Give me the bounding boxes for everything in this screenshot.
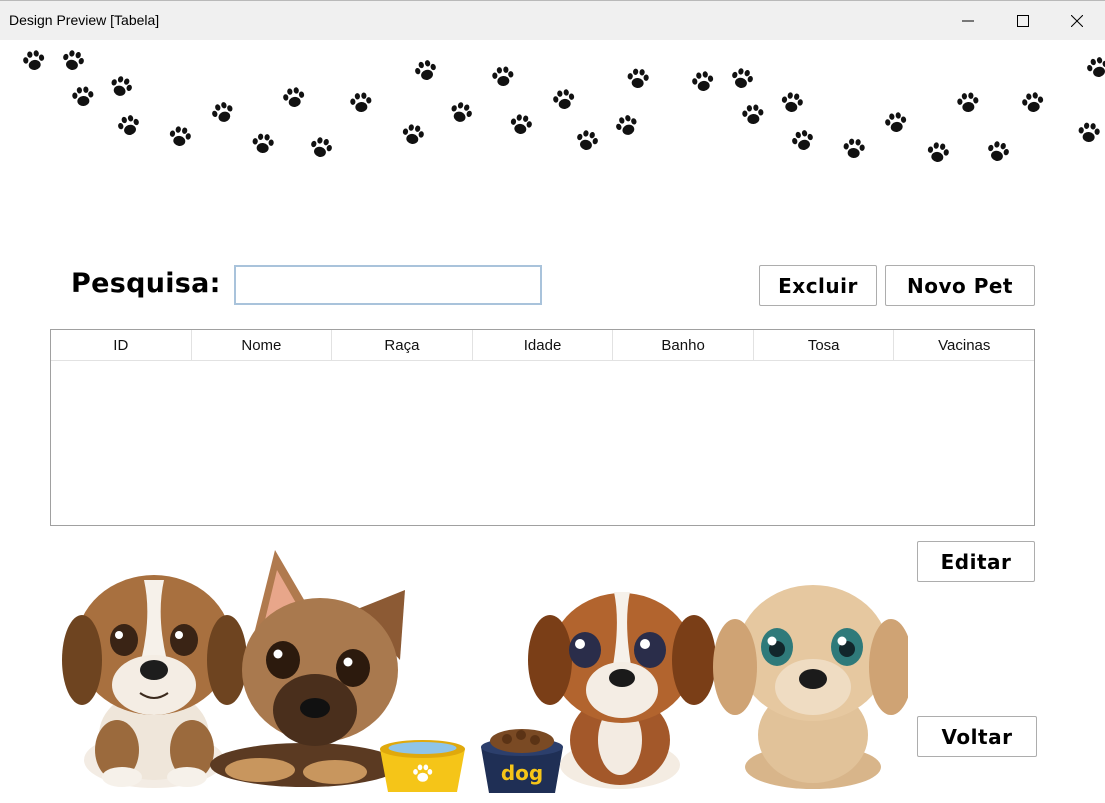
paw-print-icon xyxy=(574,128,600,153)
puppy-illustration-3 xyxy=(528,592,716,789)
back-button[interactable]: Voltar xyxy=(917,716,1037,757)
paw-print-icon xyxy=(308,135,334,160)
paw-print-icon xyxy=(626,67,650,89)
paw-print-icon xyxy=(413,58,439,83)
search-label: Pesquisa: xyxy=(71,268,221,299)
paw-print-icon xyxy=(779,91,805,114)
table-header: ID Nome Raça Idade Banho Tosa Vacinas xyxy=(51,330,1034,361)
column-header-raca[interactable]: Raça xyxy=(332,330,473,360)
search-input[interactable] xyxy=(234,265,542,305)
new-pet-button[interactable]: Novo Pet xyxy=(885,265,1035,306)
paw-print-icon xyxy=(71,85,95,107)
water-bowl-illustration xyxy=(380,740,465,792)
paw-print-icon xyxy=(281,86,307,109)
paw-print-icon xyxy=(925,141,951,164)
column-header-tosa[interactable]: Tosa xyxy=(754,330,895,360)
paw-print-icon xyxy=(209,99,237,126)
paw-print-icon xyxy=(491,65,515,87)
minimize-button[interactable] xyxy=(941,1,995,41)
column-header-vacinas[interactable]: Vacinas xyxy=(894,330,1034,360)
paw-print-icon xyxy=(613,112,641,139)
window-titlebar: Design Preview [Tabela] xyxy=(0,0,1105,40)
paw-print-icon xyxy=(842,137,866,159)
close-icon xyxy=(1071,15,1083,27)
maximize-icon xyxy=(1017,15,1029,27)
paw-print-icon xyxy=(741,103,765,125)
paw-print-icon xyxy=(883,111,909,134)
paw-print-icon xyxy=(551,88,577,111)
paw-print-icon xyxy=(956,91,980,113)
paw-print-icon xyxy=(690,70,716,93)
paw-print-icon xyxy=(729,66,755,91)
paw-print-icon xyxy=(1077,121,1101,143)
maximize-button[interactable] xyxy=(996,1,1050,41)
window-title: Design Preview [Tabela] xyxy=(9,12,160,28)
paw-print-icon xyxy=(1085,55,1105,80)
paw-print-icon xyxy=(21,49,47,72)
paw-print-icon xyxy=(251,132,275,154)
paw-print-icon xyxy=(60,48,86,73)
paw-print-icon xyxy=(508,113,534,136)
paw-print-icon xyxy=(985,139,1011,164)
paw-print-icon xyxy=(447,99,475,126)
column-header-idade[interactable]: Idade xyxy=(473,330,614,360)
delete-button[interactable]: Excluir xyxy=(759,265,877,306)
paw-print-icon xyxy=(349,91,373,113)
paw-print-icon xyxy=(1020,91,1046,114)
paw-print-icon xyxy=(167,125,193,148)
paw-print-icon xyxy=(107,73,135,100)
edit-button[interactable]: Editar xyxy=(917,541,1035,582)
pets-table[interactable]: ID Nome Raça Idade Banho Tosa Vacinas xyxy=(50,329,1035,526)
paw-print-icon xyxy=(400,123,426,146)
paw-print-icon xyxy=(116,113,142,138)
minimize-icon xyxy=(962,20,974,22)
column-header-banho[interactable]: Banho xyxy=(613,330,754,360)
column-header-id[interactable]: ID xyxy=(51,330,192,360)
column-header-nome[interactable]: Nome xyxy=(192,330,333,360)
paw-print-banner xyxy=(0,40,1105,180)
close-button[interactable] xyxy=(1050,1,1104,41)
paw-print-icon xyxy=(790,128,816,153)
puppy-illustration-4 xyxy=(713,585,908,789)
